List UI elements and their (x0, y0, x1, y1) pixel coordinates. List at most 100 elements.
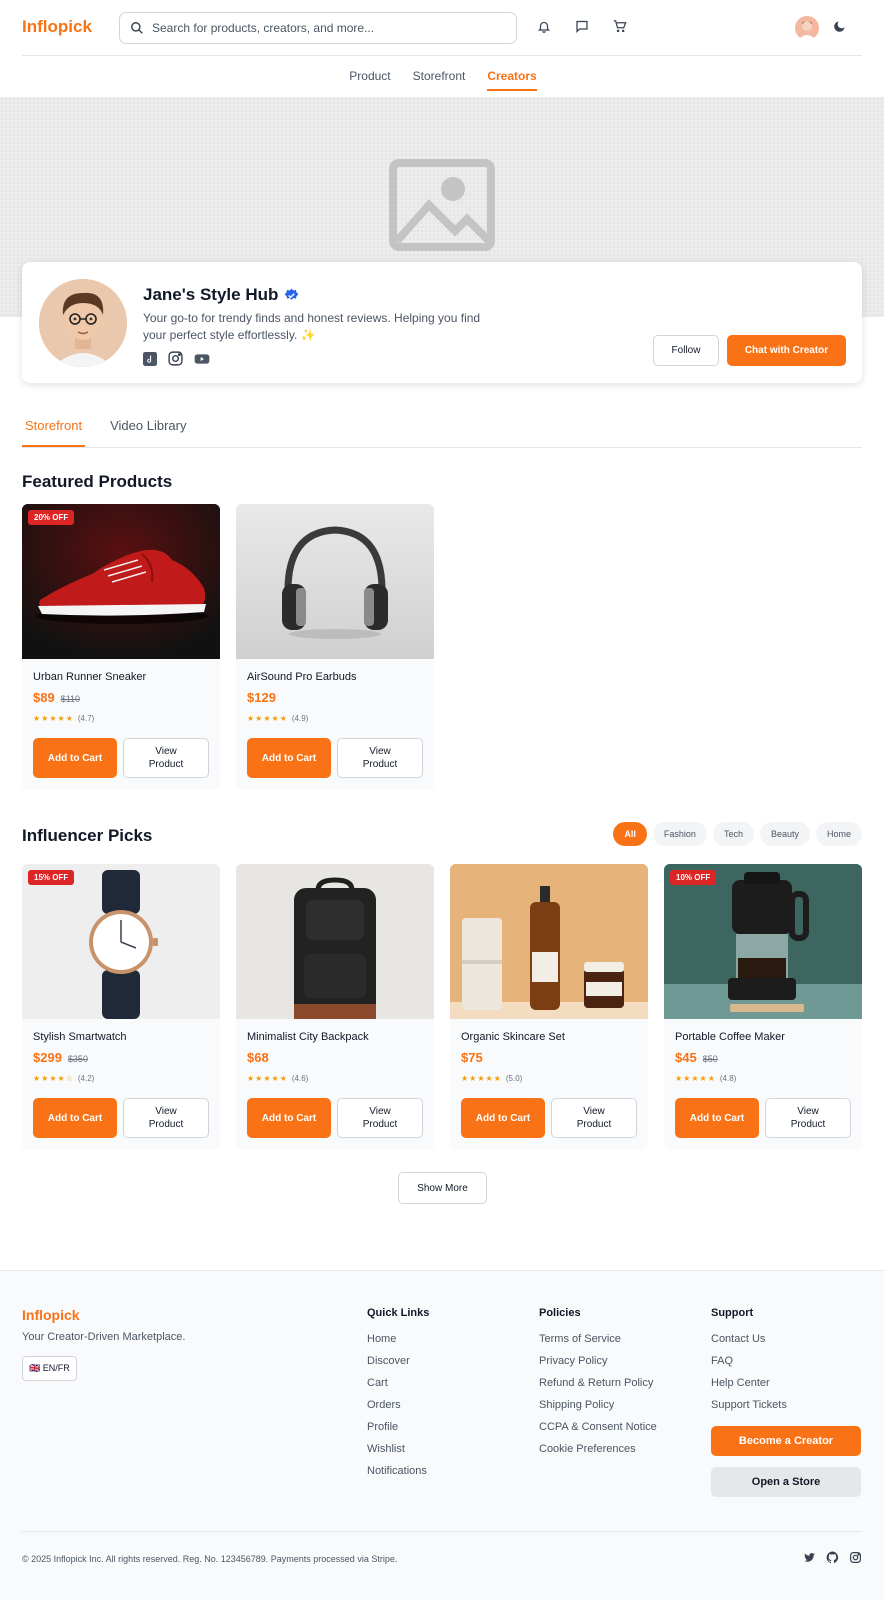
product-card[interactable]: 10% OFF Portable Coffee Maker $45 $50 ★★… (664, 864, 862, 1150)
bell-icon[interactable] (534, 16, 554, 36)
rating: ★★★★★ (5.0) (461, 1074, 522, 1083)
footer-link-contact[interactable]: Contact Us (711, 1333, 787, 1347)
product-image: 20% OFF (22, 504, 220, 659)
product-name[interactable]: Urban Runner Sneaker (33, 671, 146, 683)
footer-logo[interactable]: Inflopick (22, 1307, 80, 1323)
product-price: $299 (33, 1050, 62, 1065)
instagram-icon[interactable] (849, 1551, 862, 1564)
footer-link-terms[interactable]: Terms of Service (539, 1333, 657, 1347)
product-image (450, 864, 648, 1019)
price-row: $75 (461, 1050, 483, 1065)
product-card[interactable]: Organic Skincare Set $75 ★★★★★ (5.0) Add… (450, 864, 648, 1150)
tab-storefront[interactable]: Storefront (22, 410, 86, 447)
price-row: $89 $110 (33, 690, 80, 705)
rating: ★★★★☆ (4.2) (33, 1074, 94, 1083)
filter-tech[interactable]: Tech (712, 822, 754, 846)
product-name[interactable]: Organic Skincare Set (461, 1031, 565, 1043)
star-rating-icon: ★★★★★ (247, 714, 288, 723)
footer-link-support-tickets[interactable]: Support Tickets (711, 1399, 787, 1413)
view-product-button[interactable]: View Product (123, 1098, 209, 1138)
footer-link-discover[interactable]: Discover (367, 1355, 429, 1369)
product-card[interactable]: 20% OFF Urban Runner Sneaker $89 $110 ★★… (22, 504, 220, 790)
avatar[interactable] (795, 16, 819, 40)
search-bar[interactable] (119, 12, 517, 44)
language-selector[interactable]: 🇬🇧 EN/FR (22, 1356, 77, 1381)
follow-button[interactable]: Follow (653, 335, 719, 366)
footer-tagline: Your Creator-Driven Marketplace. (22, 1331, 186, 1343)
instagram-icon[interactable] (167, 350, 184, 367)
become-creator-button[interactable]: Become a Creator (711, 1426, 861, 1456)
product-card[interactable]: Minimalist City Backpack $68 ★★★★★ (4.6)… (236, 864, 434, 1150)
rating: ★★★★★ (4.9) (247, 714, 308, 723)
filter-home[interactable]: Home (815, 822, 862, 846)
image-placeholder-icon (389, 159, 495, 251)
price-row: $45 $50 (675, 1050, 718, 1065)
footer-support: Support Contact Us FAQ Help Center Suppo… (711, 1307, 787, 1421)
footer-link-notifications[interactable]: Notifications (367, 1465, 429, 1479)
discount-badge: 15% OFF (28, 870, 75, 885)
filter-fashion[interactable]: Fashion (652, 822, 707, 846)
product-price: $45 (675, 1050, 697, 1065)
view-product-button[interactable]: View Product (337, 1098, 423, 1138)
product-name[interactable]: Minimalist City Backpack (247, 1031, 369, 1043)
product-name[interactable]: Portable Coffee Maker (675, 1031, 785, 1043)
youtube-icon[interactable] (194, 352, 210, 366)
github-icon[interactable] (826, 1551, 839, 1564)
moon-icon[interactable] (830, 16, 850, 36)
main-nav: Product Storefront Creators (0, 57, 884, 97)
footer-link-refund[interactable]: Refund & Return Policy (539, 1377, 657, 1391)
footer-column-title: Policies (539, 1307, 581, 1319)
cart-icon[interactable] (610, 16, 630, 36)
add-to-cart-button[interactable]: Add to Cart (33, 1098, 117, 1138)
product-image (236, 504, 434, 659)
chat-with-creator-button[interactable]: Chat with Creator (727, 335, 846, 366)
open-store-button[interactable]: Open a Store (711, 1467, 861, 1497)
footer-column-title: Quick Links (367, 1307, 430, 1319)
show-more-button[interactable]: Show More (398, 1172, 487, 1204)
original-price: $350 (67, 1054, 88, 1064)
chat-icon[interactable] (572, 16, 592, 36)
view-product-button[interactable]: View Product (123, 738, 209, 778)
nav-creators[interactable]: Creators (487, 57, 537, 91)
view-product-button[interactable]: View Product (551, 1098, 637, 1138)
price-row: $299 $350 (33, 1050, 88, 1065)
brand-logo[interactable]: Inflopick (22, 17, 92, 37)
add-to-cart-button[interactable]: Add to Cart (247, 738, 331, 778)
footer-link-shipping[interactable]: Shipping Policy (539, 1399, 657, 1413)
add-to-cart-button[interactable]: Add to Cart (33, 738, 117, 778)
star-rating-icon: ★★★★★ (247, 1074, 288, 1083)
footer-link-ccpa[interactable]: CCPA & Consent Notice (539, 1421, 657, 1435)
twitter-icon[interactable] (803, 1551, 816, 1564)
footer-link-cookies[interactable]: Cookie Preferences (539, 1443, 657, 1457)
rating-value: (5.0) (505, 1074, 523, 1083)
footer-link-home[interactable]: Home (367, 1333, 429, 1347)
footer-link-profile[interactable]: Profile (367, 1421, 429, 1435)
product-card[interactable]: 15% OFF Stylish Smartwatch $299 $350 ★★★… (22, 864, 220, 1150)
product-name[interactable]: Stylish Smartwatch (33, 1031, 127, 1043)
footer-link-wishlist[interactable]: Wishlist (367, 1443, 429, 1457)
add-to-cart-button[interactable]: Add to Cart (247, 1098, 331, 1138)
profile-tabs: Storefront Video Library (22, 410, 862, 448)
search-input[interactable] (152, 21, 492, 35)
tiktok-icon[interactable] (143, 351, 157, 366)
footer-link-faq[interactable]: FAQ (711, 1355, 787, 1369)
footer-link-orders[interactable]: Orders (367, 1399, 429, 1413)
footer-link-cart[interactable]: Cart (367, 1377, 429, 1391)
footer-link-privacy[interactable]: Privacy Policy (539, 1355, 657, 1369)
view-product-button[interactable]: View Product (765, 1098, 851, 1138)
add-to-cart-button[interactable]: Add to Cart (461, 1098, 545, 1138)
add-to-cart-button[interactable]: Add to Cart (675, 1098, 759, 1138)
product-name[interactable]: AirSound Pro Earbuds (247, 671, 356, 683)
rating: ★★★★★ (4.6) (247, 1074, 308, 1083)
product-card[interactable]: AirSound Pro Earbuds $129 ★★★★★ (4.9) Ad… (236, 504, 434, 790)
nav-storefront[interactable]: Storefront (413, 57, 466, 91)
filter-all[interactable]: All (613, 822, 647, 846)
nav-product[interactable]: Product (349, 57, 390, 91)
creator-socials (143, 350, 210, 367)
tab-video-library[interactable]: Video Library (107, 410, 189, 447)
star-rating-icon: ★★★★★ (33, 714, 74, 723)
view-product-button[interactable]: View Product (337, 738, 423, 778)
footer-link-help-center[interactable]: Help Center (711, 1377, 787, 1391)
filter-beauty[interactable]: Beauty (759, 822, 810, 846)
picks-section-title: Influencer Picks (22, 826, 153, 845)
